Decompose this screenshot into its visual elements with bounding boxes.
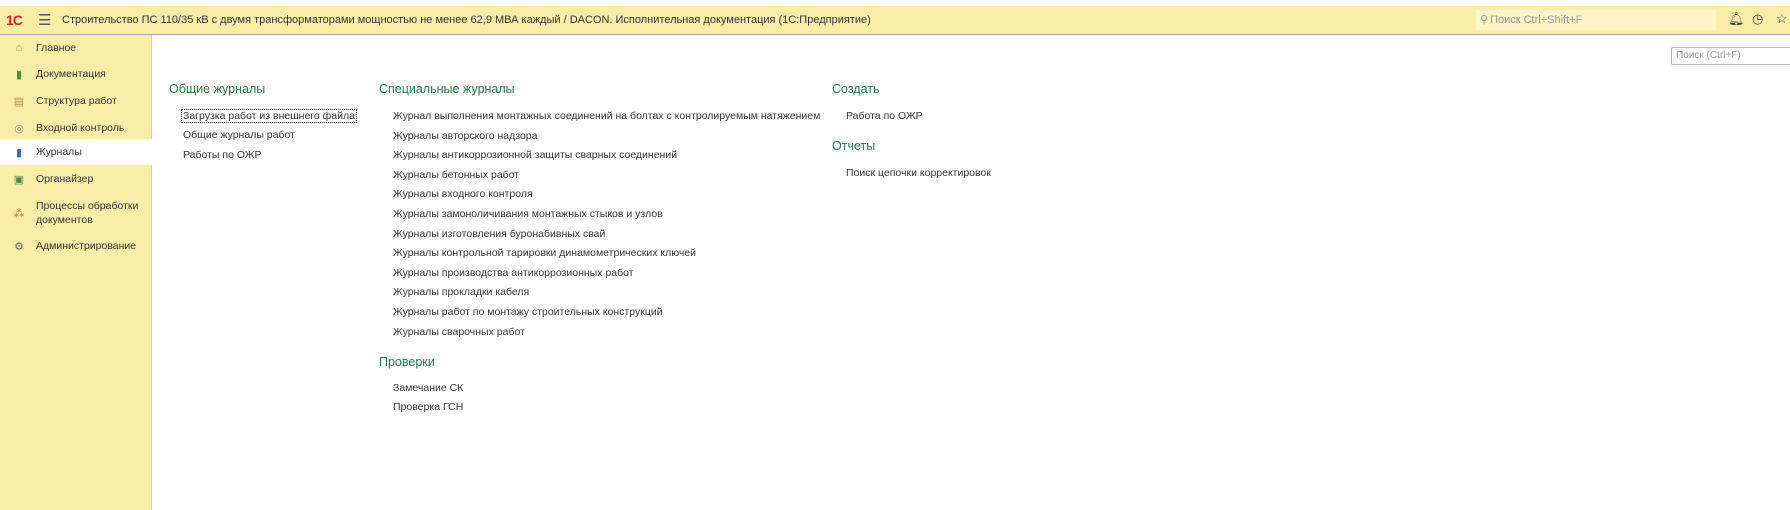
sidebar-item-documentation[interactable]: ▮ Документация bbox=[0, 61, 152, 87]
journal-icon: ▮ bbox=[15, 146, 23, 159]
link-special-journal[interactable]: Журналы производства антикоррозионных ра… bbox=[393, 267, 634, 279]
link-special-journal[interactable]: Журналы авторского надзора bbox=[393, 130, 537, 142]
process-icon: ⁂ bbox=[13, 207, 25, 220]
star-icon[interactable]: ☆ bbox=[1776, 11, 1788, 27]
sidebar-item-journals[interactable]: ▮ Журналы bbox=[0, 139, 152, 165]
link-special-journal[interactable]: Журнал выполнения монтажных соединений н… bbox=[393, 110, 820, 122]
link-special-journal[interactable]: Журналы работ по монтажу строительных ко… bbox=[393, 306, 663, 318]
link-check-sk[interactable]: Замечание СК bbox=[393, 382, 463, 394]
sidebar-item-label: Входной контроль bbox=[36, 122, 125, 134]
section-title-reports: Отчеты bbox=[832, 139, 876, 153]
history-icon[interactable]: ◷ bbox=[1752, 11, 1763, 27]
search-icon: ⚲ bbox=[1480, 14, 1489, 26]
link-special-journal[interactable]: Журналы изготовления буронабивных свай bbox=[393, 228, 605, 240]
sidebar-item-administration[interactable]: ⚙ Администрирование bbox=[0, 233, 152, 259]
sidebar-item-label: Органайзер bbox=[36, 173, 94, 185]
1c-logo: 1С bbox=[6, 12, 23, 28]
sidebar-item-label: Журналы bbox=[36, 146, 82, 158]
section-title-special: Специальные журналы bbox=[379, 82, 515, 96]
sidebar-item-structure[interactable]: ▤ Структура работ bbox=[0, 88, 152, 114]
form-search-input[interactable]: Поиск (Ctrl+F) bbox=[1671, 47, 1790, 65]
sidebar-item-label: Документация bbox=[36, 68, 106, 80]
window-title: Строительство ПС 110/35 кВ с двумя транс… bbox=[62, 14, 871, 26]
global-search-input[interactable]: ⚲ Поиск Ctrl+Shift+F bbox=[1476, 10, 1716, 30]
link-special-journal[interactable]: Журналы сварочных работ bbox=[393, 326, 525, 338]
sidebar: ⌂ Главное ▮ Документация ▤ Структура работ … bbox=[0, 35, 152, 510]
link-special-journal[interactable]: Журналы прокладки кабеля bbox=[393, 286, 529, 298]
sidebar-item-main[interactable]: ⌂ Главное bbox=[0, 35, 152, 61]
sidebar-item-processes[interactable]: ⁂ Процессы обработки документов bbox=[0, 195, 152, 231]
sidebar-item-label: Структура работ bbox=[36, 95, 117, 107]
document-icon: ▮ bbox=[15, 68, 23, 81]
link-report-corrections[interactable]: Поиск цепочки корректировок bbox=[846, 167, 991, 179]
top-bar: 1С ☰ Строительство ПС 110/35 кВ с двумя … bbox=[0, 6, 1790, 35]
link-special-journal[interactable]: Журналы бетонных работ bbox=[393, 169, 519, 181]
link-check-gsn[interactable]: Проверка ГСН bbox=[393, 401, 463, 413]
link-general-journals[interactable]: Общие журналы работ bbox=[183, 129, 295, 141]
link-special-journal[interactable]: Журналы антикоррозионной защиты сварных … bbox=[393, 149, 677, 161]
section-title-create: Создать bbox=[832, 82, 880, 96]
section-title-checks: Проверки bbox=[379, 355, 435, 369]
link-special-journal[interactable]: Журналы контрольной тарировки динамометр… bbox=[393, 247, 696, 259]
gear-icon: ⚙ bbox=[14, 240, 24, 253]
sidebar-item-label: Главное bbox=[36, 42, 77, 54]
menu-icon[interactable]: ☰ bbox=[38, 11, 51, 29]
global-search-placeholder: Поиск Ctrl+Shift+F bbox=[1490, 14, 1583, 26]
section-title-general: Общие журналы bbox=[169, 82, 266, 96]
sidebar-item-label: Администрирование bbox=[36, 240, 137, 252]
bell-icon[interactable]: 🔔︎ bbox=[1728, 11, 1745, 27]
home-icon: ⌂ bbox=[15, 42, 23, 54]
link-special-journal[interactable]: Журналы входного контроля bbox=[393, 188, 533, 200]
control-icon: ◎ bbox=[14, 122, 24, 135]
link-ozhr-works[interactable]: Работы по ОЖР bbox=[183, 149, 261, 161]
sidebar-item-input-control[interactable]: ◎ Входной контроль bbox=[0, 115, 152, 141]
link-create-ozhr[interactable]: Работа по ОЖР bbox=[846, 110, 923, 122]
sidebar-item-organizer[interactable]: ▣ Органайзер bbox=[0, 166, 152, 192]
link-special-journal[interactable]: Журналы замоноличивания монтажных стыков… bbox=[393, 208, 663, 220]
sidebar-item-label: Процессы обработки документов bbox=[36, 200, 139, 226]
organizer-icon: ▣ bbox=[13, 173, 25, 186]
link-load-works[interactable]: Загрузка работ из внешнего файла bbox=[181, 109, 357, 123]
structure-icon: ▤ bbox=[13, 95, 25, 108]
